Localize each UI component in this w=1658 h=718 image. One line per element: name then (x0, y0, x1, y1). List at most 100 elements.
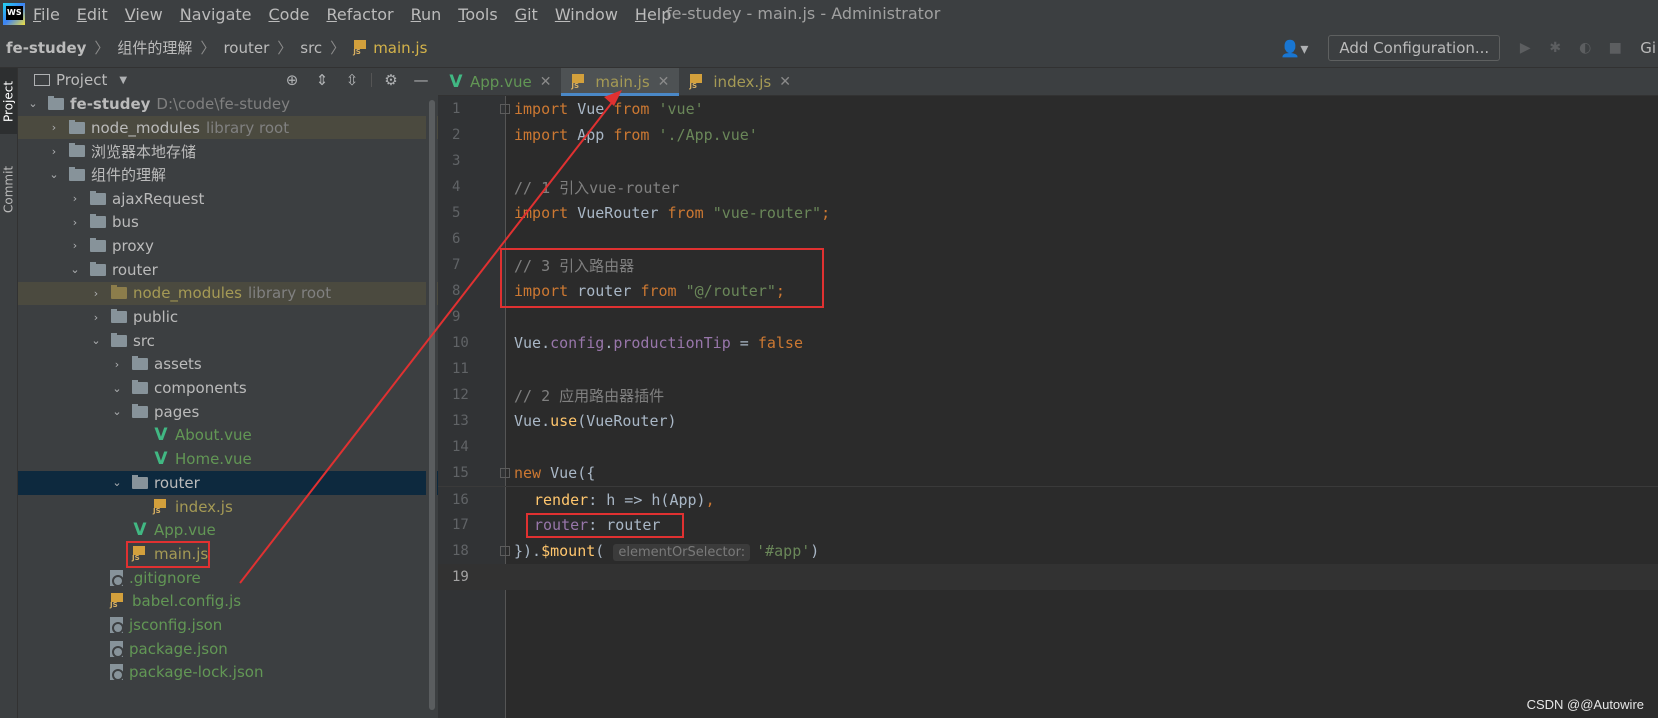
debug-icon[interactable]: ✱ (1544, 40, 1566, 56)
breadcrumb-folder-components[interactable]: 组件的理解 (117, 37, 192, 58)
project-panel-scrollbar[interactable] (426, 96, 437, 718)
tree-item-root[interactable]: ⌄ fe-studey D:\code\fe-studey (18, 92, 438, 116)
tab-index-js[interactable]: index.js ✕ (679, 68, 801, 95)
chevron-down-icon[interactable]: ⌄ (47, 168, 61, 181)
tree-item-proxy[interactable]: › proxy (18, 234, 438, 258)
commit-tool-tab[interactable]: Commit (0, 152, 17, 226)
menu-view[interactable]: View (125, 5, 163, 24)
code-line[interactable]: 18 }).$mount( elementOrSelector: '#app') (438, 538, 1658, 564)
menu-edit[interactable]: Edit (77, 5, 108, 24)
git-label[interactable]: Gi (1640, 39, 1656, 57)
code-line[interactable]: 13 Vue.use(VueRouter) (438, 408, 1658, 434)
project-panel-title[interactable]: Project (56, 71, 107, 89)
code-line[interactable]: 5 import VueRouter from "vue-router"; (438, 200, 1658, 226)
scrollbar-thumb[interactable] (429, 100, 435, 710)
fold-marker-icon[interactable] (500, 546, 510, 556)
tree-item-assets[interactable]: › assets (18, 353, 438, 377)
tree-item-node-modules[interactable]: › node_modules library root (18, 115, 438, 140)
close-icon[interactable]: ✕ (658, 74, 670, 90)
breadcrumb-folder-router[interactable]: router (223, 39, 269, 57)
tree-item-about-vue[interactable]: V About.vue (18, 424, 438, 448)
tab-main-js[interactable]: main.js ✕ (561, 68, 680, 96)
chevron-down-icon[interactable]: ⌄ (110, 405, 124, 418)
tree-item-jsconfig[interactable]: jsconfig.json (18, 613, 438, 637)
code-line[interactable]: 16 render: h => h(App), (438, 486, 1658, 512)
code-line[interactable]: 9 (438, 304, 1658, 330)
chevron-right-icon[interactable]: › (89, 311, 103, 324)
stop-icon[interactable]: ■ (1604, 40, 1626, 56)
chevron-right-icon[interactable]: › (47, 145, 61, 158)
gear-icon[interactable]: ⚙ (380, 71, 402, 89)
tree-item-package-json[interactable]: package.json (18, 637, 438, 661)
tree-item-bus[interactable]: › bus (18, 210, 438, 234)
chevron-right-icon[interactable]: › (68, 216, 82, 229)
breadcrumb-folder-src[interactable]: src (300, 39, 322, 57)
fold-marker-icon[interactable] (500, 104, 510, 114)
tree-item-local-storage[interactable]: › 浏览器本地存储 (18, 139, 438, 163)
menu-navigate[interactable]: Navigate (180, 5, 252, 24)
tree-item-components-understanding[interactable]: ⌄ 组件的理解 (18, 163, 438, 187)
tree-item-main-js[interactable]: main.js (18, 541, 438, 569)
chevron-down-icon[interactable]: ▼ (119, 75, 127, 86)
chevron-right-icon[interactable]: › (47, 121, 61, 134)
folder-icon (132, 474, 148, 489)
menu-file[interactable]: File (33, 5, 60, 24)
code-line[interactable]: 11 (438, 356, 1658, 382)
code-line[interactable]: 2 import App from './App.vue' (438, 122, 1658, 148)
code-line[interactable]: 4 // 1 引入vue-router (438, 174, 1658, 200)
close-icon[interactable]: ✕ (540, 74, 552, 90)
chevron-right-icon[interactable]: › (110, 358, 124, 371)
close-icon[interactable]: ✕ (779, 74, 791, 90)
expand-all-icon[interactable]: ⇕ (311, 71, 333, 89)
chevron-down-icon[interactable]: ⌄ (110, 476, 124, 489)
add-configuration-button[interactable]: Add Configuration... (1328, 35, 1501, 61)
menu-tools[interactable]: Tools (458, 5, 497, 24)
user-icon[interactable]: 👤▾ (1280, 39, 1308, 58)
tree-item-components[interactable]: ⌄ components (18, 376, 438, 400)
coverage-icon[interactable]: ◐ (1574, 40, 1596, 56)
code-area[interactable]: 1 import Vue from 'vue' 2 import App fro… (438, 96, 1658, 718)
tab-app-vue[interactable]: V App.vue ✕ (438, 68, 561, 95)
code-line[interactable]: 15 new Vue({ (438, 460, 1658, 486)
menu-git[interactable]: Git (515, 5, 538, 24)
tree-item-router[interactable]: ⌄ router (18, 258, 438, 282)
tree-item-pages[interactable]: ⌄ pages (18, 400, 438, 424)
tree-item-public[interactable]: › public (18, 305, 438, 329)
fold-marker-icon[interactable] (500, 468, 510, 478)
chevron-right-icon[interactable]: › (89, 287, 103, 300)
tree-item-src[interactable]: ⌄ src (18, 329, 438, 353)
menu-code[interactable]: Code (269, 5, 310, 24)
run-icon[interactable]: ▶ (1514, 40, 1536, 56)
chevron-right-icon[interactable]: › (68, 239, 82, 252)
project-tool-tab[interactable]: Project (0, 68, 17, 134)
minimize-icon[interactable]: — (410, 71, 432, 89)
menu-refactor[interactable]: Refactor (326, 5, 393, 24)
code-line[interactable]: 10 Vue.config.productionTip = false (438, 330, 1658, 356)
tree-item-router-node-modules[interactable]: › node_modules library root (18, 281, 438, 306)
tree-item-babel-config[interactable]: babel.config.js (18, 589, 438, 613)
chevron-down-icon[interactable]: ⌄ (110, 382, 124, 395)
chevron-right-icon[interactable]: › (68, 192, 82, 205)
chevron-down-icon[interactable]: ⌄ (68, 263, 82, 276)
menu-run[interactable]: Run (411, 5, 442, 24)
code-line[interactable]: 1 import Vue from 'vue' (438, 96, 1658, 122)
code-line[interactable]: 3 (438, 148, 1658, 174)
tree-item-router-folder[interactable]: ⌄ router (18, 471, 438, 495)
menu-window[interactable]: Window (555, 5, 618, 24)
tree-item-index-js[interactable]: index.js (18, 495, 438, 519)
locate-icon[interactable]: ⊕ (281, 71, 303, 89)
collapse-all-icon[interactable]: ⇳ (341, 71, 363, 89)
tree-item-gitignore[interactable]: .gitignore (18, 566, 438, 590)
breadcrumb-file[interactable]: main.js (353, 39, 427, 57)
tree-item-app-vue[interactable]: V App.vue (18, 518, 438, 542)
tree-item-package-lock[interactable]: package-lock.json (18, 661, 438, 685)
code-line[interactable]: 12 // 2 应用路由器插件 (438, 382, 1658, 408)
code-line[interactable]: 14 (438, 434, 1658, 460)
code-line-current[interactable]: 19 (438, 564, 1658, 590)
line-number: 15 (452, 465, 469, 481)
chevron-down-icon[interactable]: ⌄ (89, 334, 103, 347)
tree-item-ajaxrequest[interactable]: › ajaxRequest (18, 187, 438, 211)
breadcrumb-project[interactable]: fe-studey (6, 39, 86, 57)
tree-item-home-vue[interactable]: V Home.vue (18, 447, 438, 471)
chevron-down-icon[interactable]: ⌄ (26, 97, 40, 110)
